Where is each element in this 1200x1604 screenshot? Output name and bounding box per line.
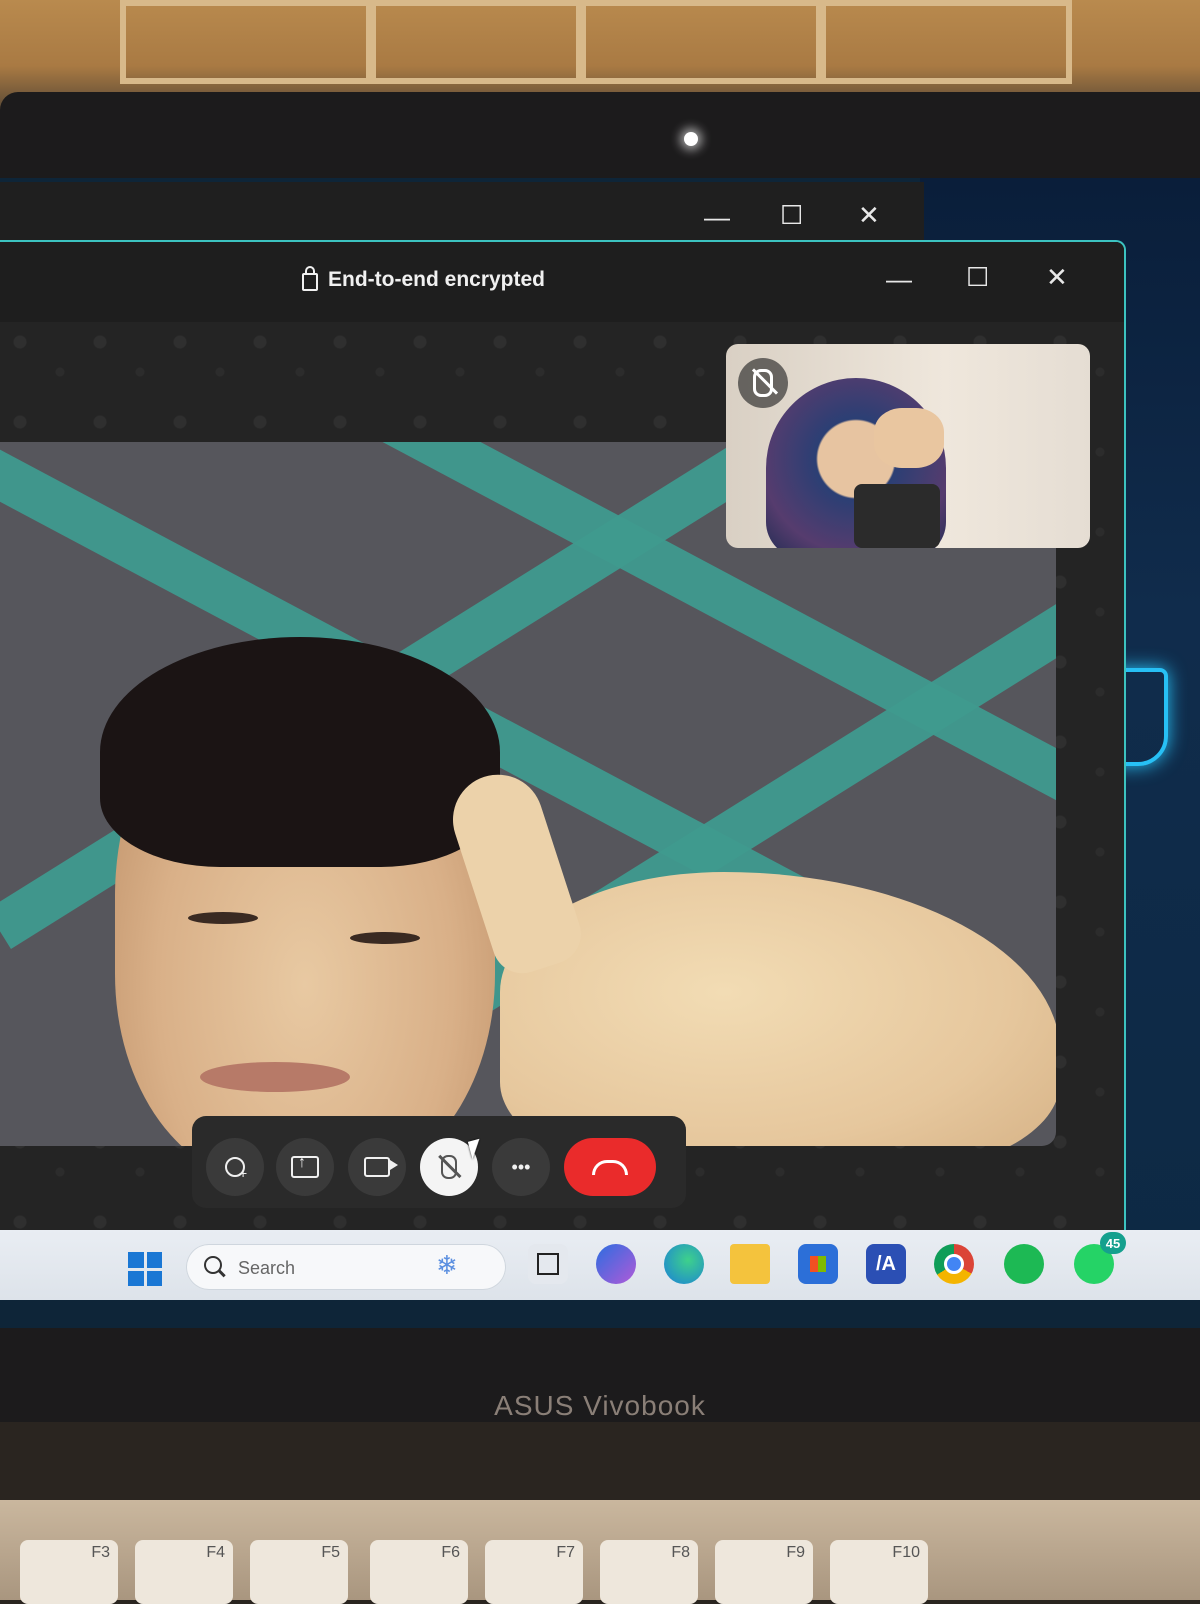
minimize-button[interactable]: — (886, 266, 912, 292)
whatsapp-call-window: End-to-end encrypted — ☐ ✕ (0, 240, 1126, 1264)
eye (188, 912, 258, 924)
app-icon[interactable]: /A (866, 1244, 906, 1284)
self-muted-badge (738, 358, 788, 408)
shelf (120, 0, 372, 84)
hangup-icon (592, 1159, 628, 1175)
add-person-icon (225, 1157, 247, 1181)
maximize-button[interactable]: ☐ (966, 264, 989, 290)
remote-person-hand (500, 872, 1056, 1146)
shelf (370, 0, 582, 84)
mic-off-icon (441, 1155, 457, 1179)
mic-off-icon (753, 369, 773, 397)
title-text: End-to-end encrypted (328, 268, 546, 291)
self-thumbs-up (874, 408, 944, 468)
maximize-button[interactable]: ☐ (780, 202, 803, 228)
share-screen-icon (291, 1154, 319, 1178)
notification-badge: 45 (1100, 1232, 1126, 1254)
laptop-screen: — ☐ ✕ End-to-end encrypted — ☐ ✕ + ↑ •••… (0, 178, 1200, 1328)
copilot-icon[interactable] (596, 1244, 636, 1284)
windows-taskbar: Search ❄ /A 45 (0, 1230, 1200, 1300)
chrome-icon[interactable] (934, 1244, 974, 1284)
close-button[interactable]: ✕ (1046, 264, 1068, 290)
key-f5[interactable]: F5 (250, 1540, 348, 1604)
search-placeholder: Search (238, 1258, 296, 1278)
folder-icon[interactable] (730, 1244, 770, 1284)
key-f9[interactable]: F9 (715, 1540, 813, 1604)
lock-icon (302, 266, 318, 291)
windows-start-icon[interactable] (128, 1252, 162, 1286)
self-phone (854, 484, 940, 548)
key-f4[interactable]: F4 (135, 1540, 233, 1604)
store-icon[interactable] (798, 1244, 838, 1284)
key-f10[interactable]: F10 (830, 1540, 928, 1604)
shelf (580, 0, 822, 84)
key-f7[interactable]: F7 (485, 1540, 583, 1604)
task-view-icon[interactable] (528, 1244, 568, 1284)
laptop-brand: ASUS Vivobook (494, 1390, 706, 1421)
edge-icon[interactable] (664, 1244, 704, 1284)
shelf (820, 0, 1072, 84)
taskbar-search[interactable]: Search ❄ (186, 1244, 506, 1290)
minimize-button[interactable]: — (704, 204, 730, 230)
end-call-button[interactable] (564, 1138, 656, 1196)
snowflake-icon: ❄ (436, 1250, 458, 1280)
remote-person-hair (100, 637, 500, 867)
spotify-icon[interactable] (1004, 1244, 1044, 1284)
key-f3[interactable]: F3 (20, 1540, 118, 1604)
app-label: /A (876, 1252, 896, 1275)
title-bar: End-to-end encrypted — ☐ ✕ (0, 242, 1124, 322)
close-button[interactable]: ✕ (858, 202, 880, 228)
share-screen-button[interactable] (276, 1138, 334, 1196)
key-f8[interactable]: F8 (600, 1540, 698, 1604)
mouth (200, 1062, 350, 1092)
call-controls: ••• (192, 1116, 686, 1208)
eye (350, 932, 420, 944)
video-icon (364, 1157, 398, 1177)
self-view-video[interactable] (726, 344, 1090, 548)
more-options-button[interactable]: ••• (492, 1138, 550, 1196)
window-title: End-to-end encrypted (302, 266, 546, 292)
webcam-light (684, 132, 698, 146)
add-participant-button[interactable] (206, 1138, 264, 1196)
more-icon: ••• (511, 1156, 531, 1177)
camera-button[interactable] (348, 1138, 406, 1196)
search-icon (204, 1256, 222, 1274)
key-f6[interactable]: F6 (370, 1540, 468, 1604)
